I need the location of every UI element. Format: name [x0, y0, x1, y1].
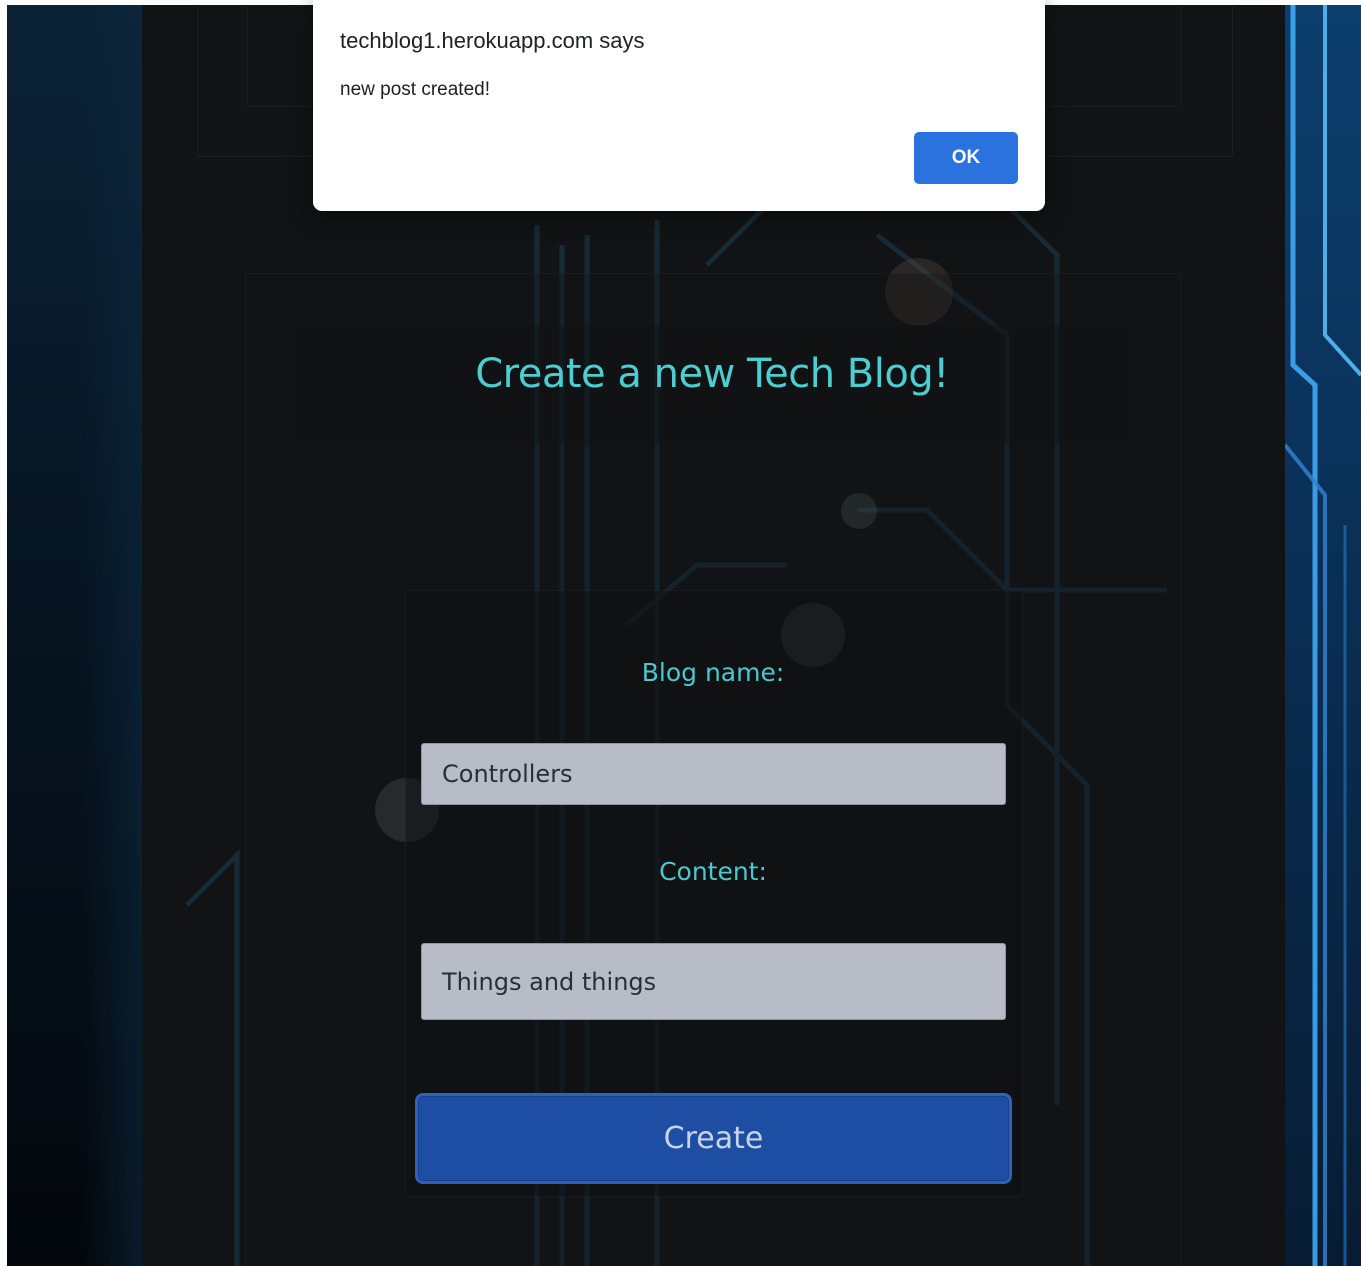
dialog-message: new post created!: [340, 79, 490, 100]
blog-name-input[interactable]: Controllers: [421, 743, 1006, 805]
content-input[interactable]: Things and things: [421, 943, 1006, 1020]
alert-dialog: techblog1.herokuapp.com says new post cr…: [313, 0, 1045, 211]
ok-button[interactable]: OK: [914, 132, 1018, 184]
create-button[interactable]: Create: [415, 1093, 1012, 1184]
content-label: Content:: [659, 857, 767, 886]
dialog-title: techblog1.herokuapp.com says: [340, 28, 645, 53]
page-title: Create a new Tech Blog!: [475, 351, 949, 397]
blog-name-label: Blog name:: [641, 658, 785, 687]
